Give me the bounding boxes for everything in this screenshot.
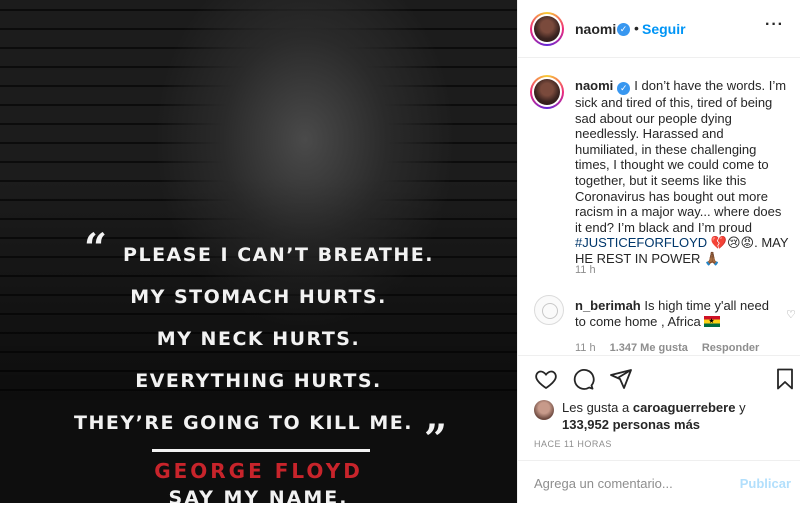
header-separator: • [634,20,639,36]
post-image[interactable]: “ PLEASE I CAN’T BREATHE. MY STOMACH HUR… [0,0,517,503]
header-avatar[interactable] [530,12,564,46]
caption-emojis: 💔😢😡 [710,235,755,251]
caption: naomi ✓ I don’t have the words. I’m sick a… [575,78,790,267]
attribution-divider [152,449,370,452]
liker-avatar[interactable] [534,400,554,420]
comment-input[interactable]: Agrega un comentario... [534,476,673,491]
more-options-icon[interactable]: ··· [765,16,784,34]
comment-time[interactable]: 11 h [575,342,596,354]
reply-button[interactable]: Responder [702,342,759,354]
likes-summary[interactable]: Les gusta a caroaguerrebere y 133,952 per… [562,399,787,433]
comment-like-icon[interactable]: ♡ [786,308,796,321]
add-comment-bar: Agrega un comentario... Publicar [518,460,800,505]
share-icon[interactable] [609,367,633,391]
comment: n_berimah Is high time y'all need to com… [575,298,775,330]
heart-icon[interactable] [534,367,558,391]
comment-avatar[interactable] [534,295,564,325]
caption-avatar[interactable] [530,75,564,109]
post-side-panel: naomi ✓ • Seguir naomi ✓ I don’t have the … [517,0,800,504]
post-timestamp[interactable]: HACE 11 HORAS [534,439,612,449]
tagline: SAY MY NAME. [168,487,349,503]
bookmark-icon[interactable] [773,367,797,391]
caption-hashtag[interactable]: #JUSTICEFORFLOYD [575,235,707,250]
caption-username[interactable]: naomi [575,78,613,93]
post-actions: Les gusta a caroaguerrebere y 133,952 per… [518,355,800,504]
likes-connector: y [739,400,746,415]
comment-meta: 11 h 1.347 Me gusta Responder [575,342,773,354]
likes-count[interactable]: 133,952 personas más [562,417,700,432]
verified-badge-icon: ✓ [617,23,630,36]
likes-prefix: Les gusta a [562,400,630,415]
quote-line-1: PLEASE I CAN’T BREATHE. [123,244,434,266]
caption-time[interactable]: 11 h [575,264,596,276]
quote-line-2: MY STOMACH HURTS. [130,286,387,308]
close-quote-mark: ” [424,416,448,463]
caption-closing-emoji: 🙏🏾 [704,250,721,266]
follow-button[interactable]: Seguir [642,21,686,37]
caption-verified-icon: ✓ [617,82,631,95]
attribution-name: GEORGE FLOYD [154,459,363,483]
comment-username[interactable]: n_berimah [575,298,641,313]
caption-text: I don’t have the words. I’m sick and tir… [575,78,787,235]
comment-likes[interactable]: 1.347 Me gusta [610,342,688,354]
likes-user[interactable]: caroaguerrebere [633,400,736,415]
quote-line-3: MY NECK HURTS. [156,328,361,350]
publish-button[interactable]: Publicar [740,476,791,491]
post-header: naomi ✓ • Seguir [518,0,800,58]
header-username[interactable]: naomi [575,21,616,37]
comment-icon[interactable] [571,367,595,391]
ghana-flag-icon [704,316,721,327]
quote-line-4: EVERYTHING HURTS. [135,370,382,392]
